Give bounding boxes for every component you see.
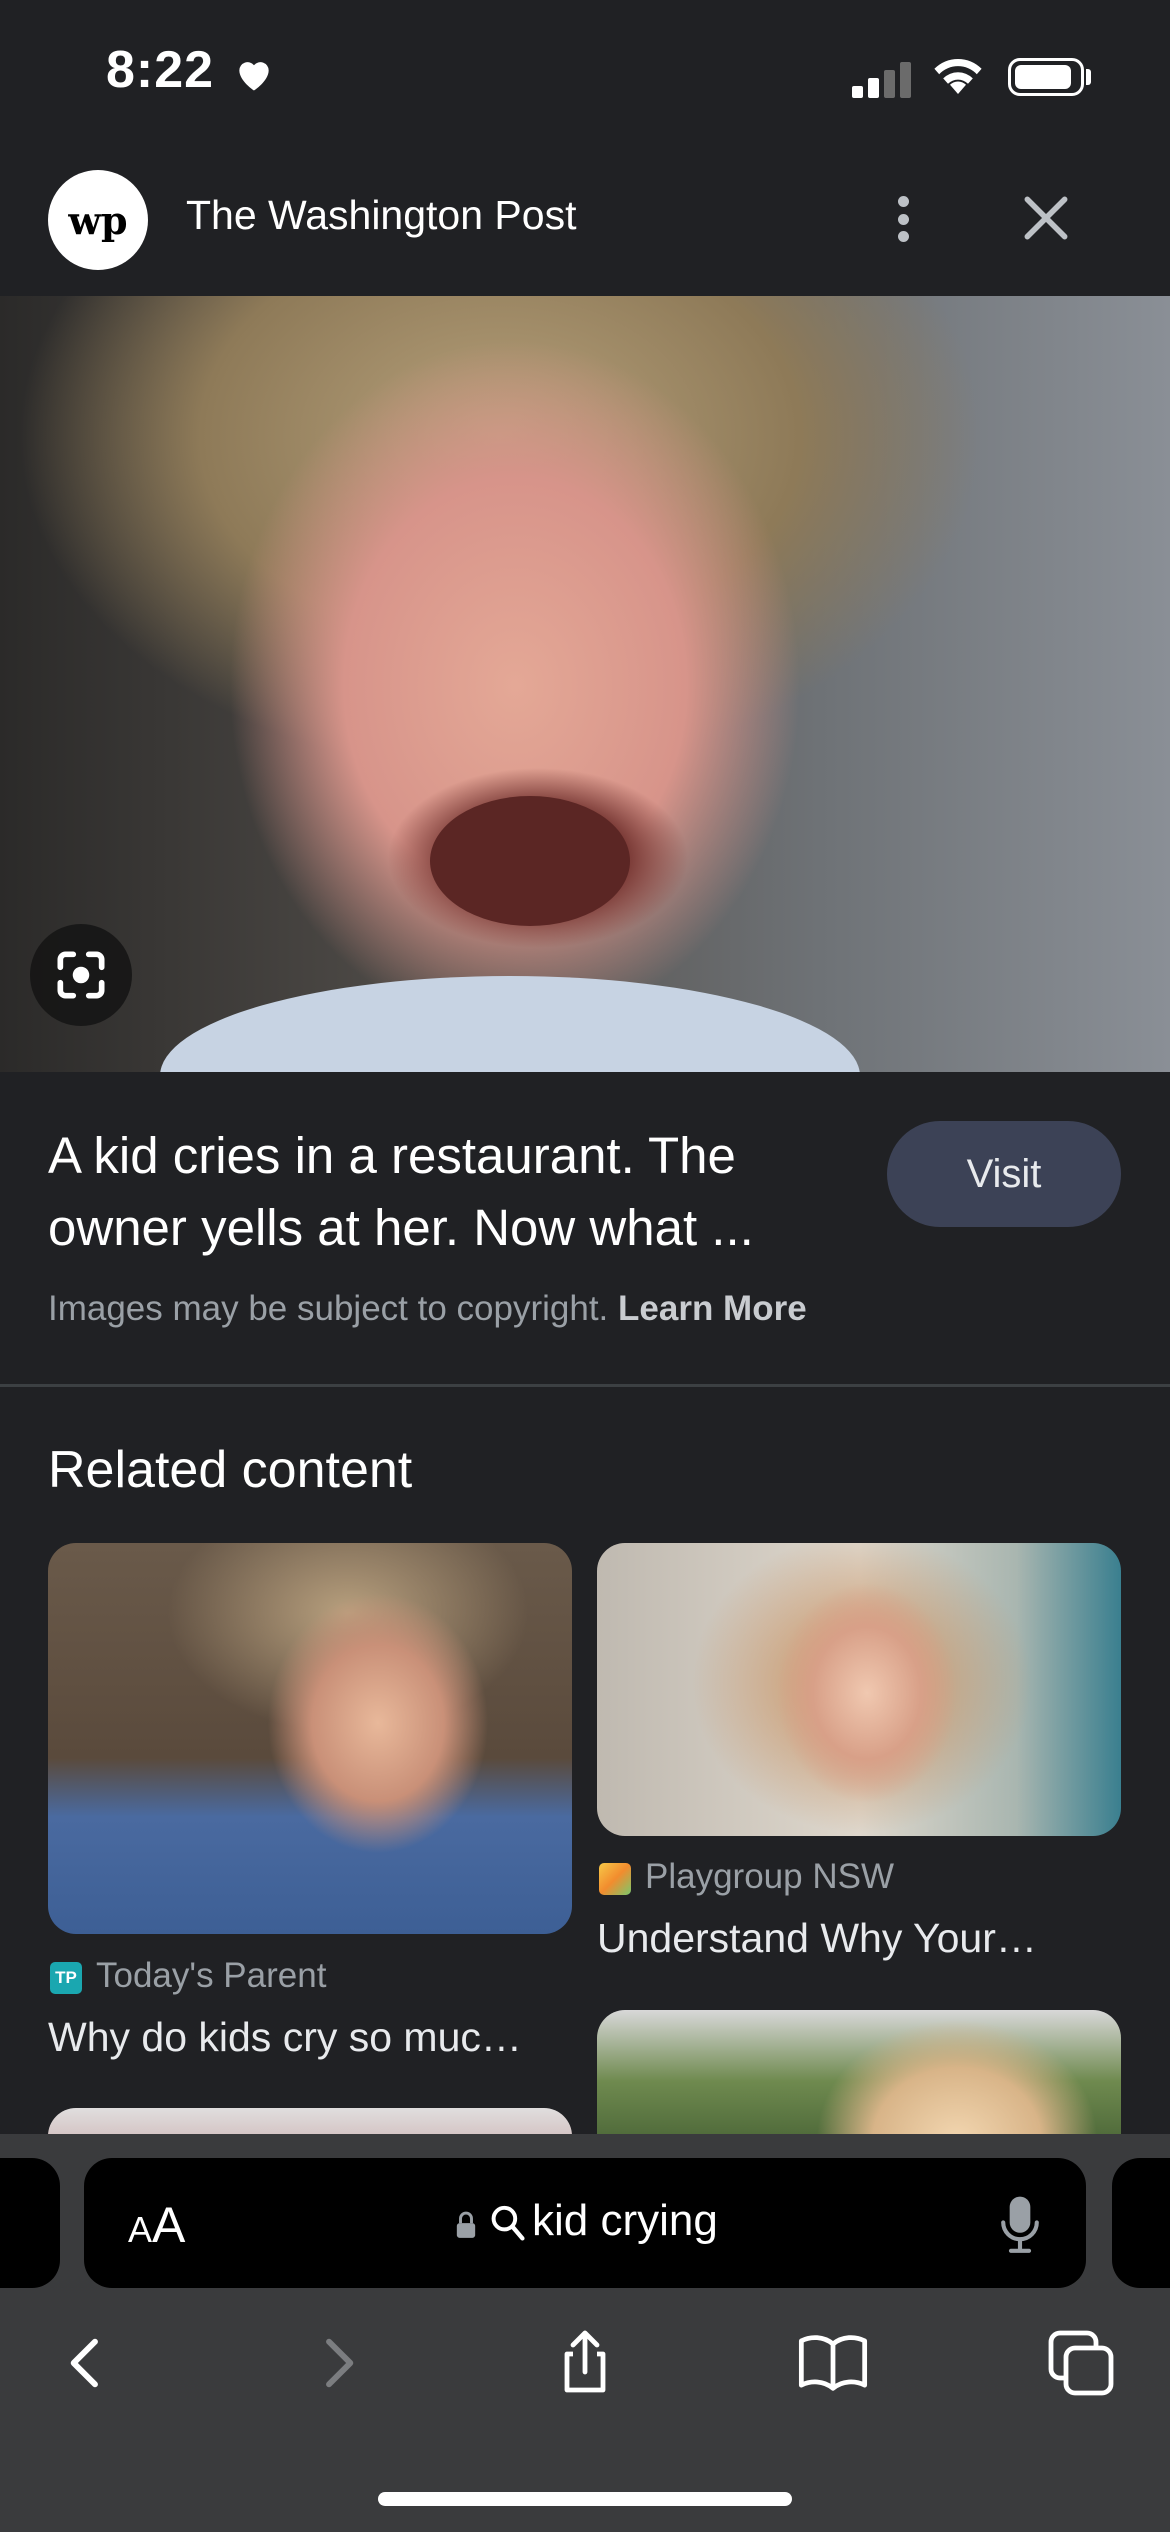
visit-button[interactable]: Visit [887, 1121, 1121, 1227]
source-logo[interactable]: wp [48, 170, 148, 270]
related-image-2[interactable] [597, 1543, 1121, 1836]
google-lens-button[interactable] [30, 924, 132, 1026]
related-image-1[interactable] [48, 1543, 572, 1934]
chevron-right-icon [326, 2338, 354, 2388]
search-icon [491, 2205, 525, 2241]
copyright-notice: Images may be subject to copyright. Lear… [48, 1289, 807, 1329]
divider [0, 1384, 1170, 1387]
more-vert-icon[interactable] [880, 188, 926, 250]
related-title-1[interactable]: Why do kids cry so muc… [48, 2014, 548, 2061]
hero-image[interactable] [0, 296, 1170, 1072]
favicon-playgroup-nsw [599, 1863, 631, 1895]
learn-more-link[interactable]: Learn More [618, 1289, 807, 1328]
forward-button[interactable] [292, 2318, 382, 2408]
tabs-icon [1048, 2330, 1114, 2396]
hero-mouth [430, 796, 630, 926]
microphone-icon[interactable] [998, 2194, 1042, 2256]
text-size-button[interactable]: AA [128, 2196, 185, 2254]
related-content-heading: Related content [48, 1441, 413, 1499]
bookmarks-button[interactable] [788, 2318, 878, 2408]
related-source-1[interactable]: Today's Parent [96, 1956, 326, 1996]
book-icon [798, 2335, 868, 2391]
cellular-signal-icon [852, 58, 912, 98]
wifi-icon [934, 58, 982, 94]
battery-tip [1086, 69, 1091, 85]
result-title[interactable]: A kid cries in a restaurant. The owner y… [48, 1120, 848, 1264]
heart-icon [239, 62, 269, 91]
home-indicator[interactable] [378, 2492, 792, 2506]
close-icon[interactable] [1018, 190, 1074, 246]
previous-tab-peek[interactable] [0, 2158, 60, 2288]
related-title-2[interactable]: Understand Why Your… [597, 1915, 1097, 1962]
favicon-todays-parent: TP [50, 1962, 82, 1994]
share-icon [564, 2330, 606, 2393]
url-query-text[interactable]: kid crying [532, 2196, 718, 2246]
share-button[interactable] [540, 2318, 630, 2408]
back-button[interactable] [42, 2318, 132, 2408]
source-title[interactable]: The Washington Post [186, 192, 576, 239]
status-time: 8:22 [106, 41, 215, 99]
chevron-left-icon [70, 2338, 98, 2388]
google-lens-icon [57, 951, 105, 999]
hero-shirt [160, 976, 860, 1072]
copyright-text: Images may be subject to copyright. [48, 1289, 609, 1328]
text-size-large-a: A [152, 2197, 186, 2253]
text-size-small-a: A [128, 2209, 153, 2250]
source-header [0, 150, 1170, 296]
battery-icon [1008, 58, 1084, 96]
lock-icon [456, 2211, 476, 2238]
related-source-2[interactable]: Playgroup NSW [645, 1857, 894, 1897]
tabs-button[interactable] [1036, 2318, 1126, 2408]
next-tab-peek[interactable] [1112, 2158, 1170, 2288]
